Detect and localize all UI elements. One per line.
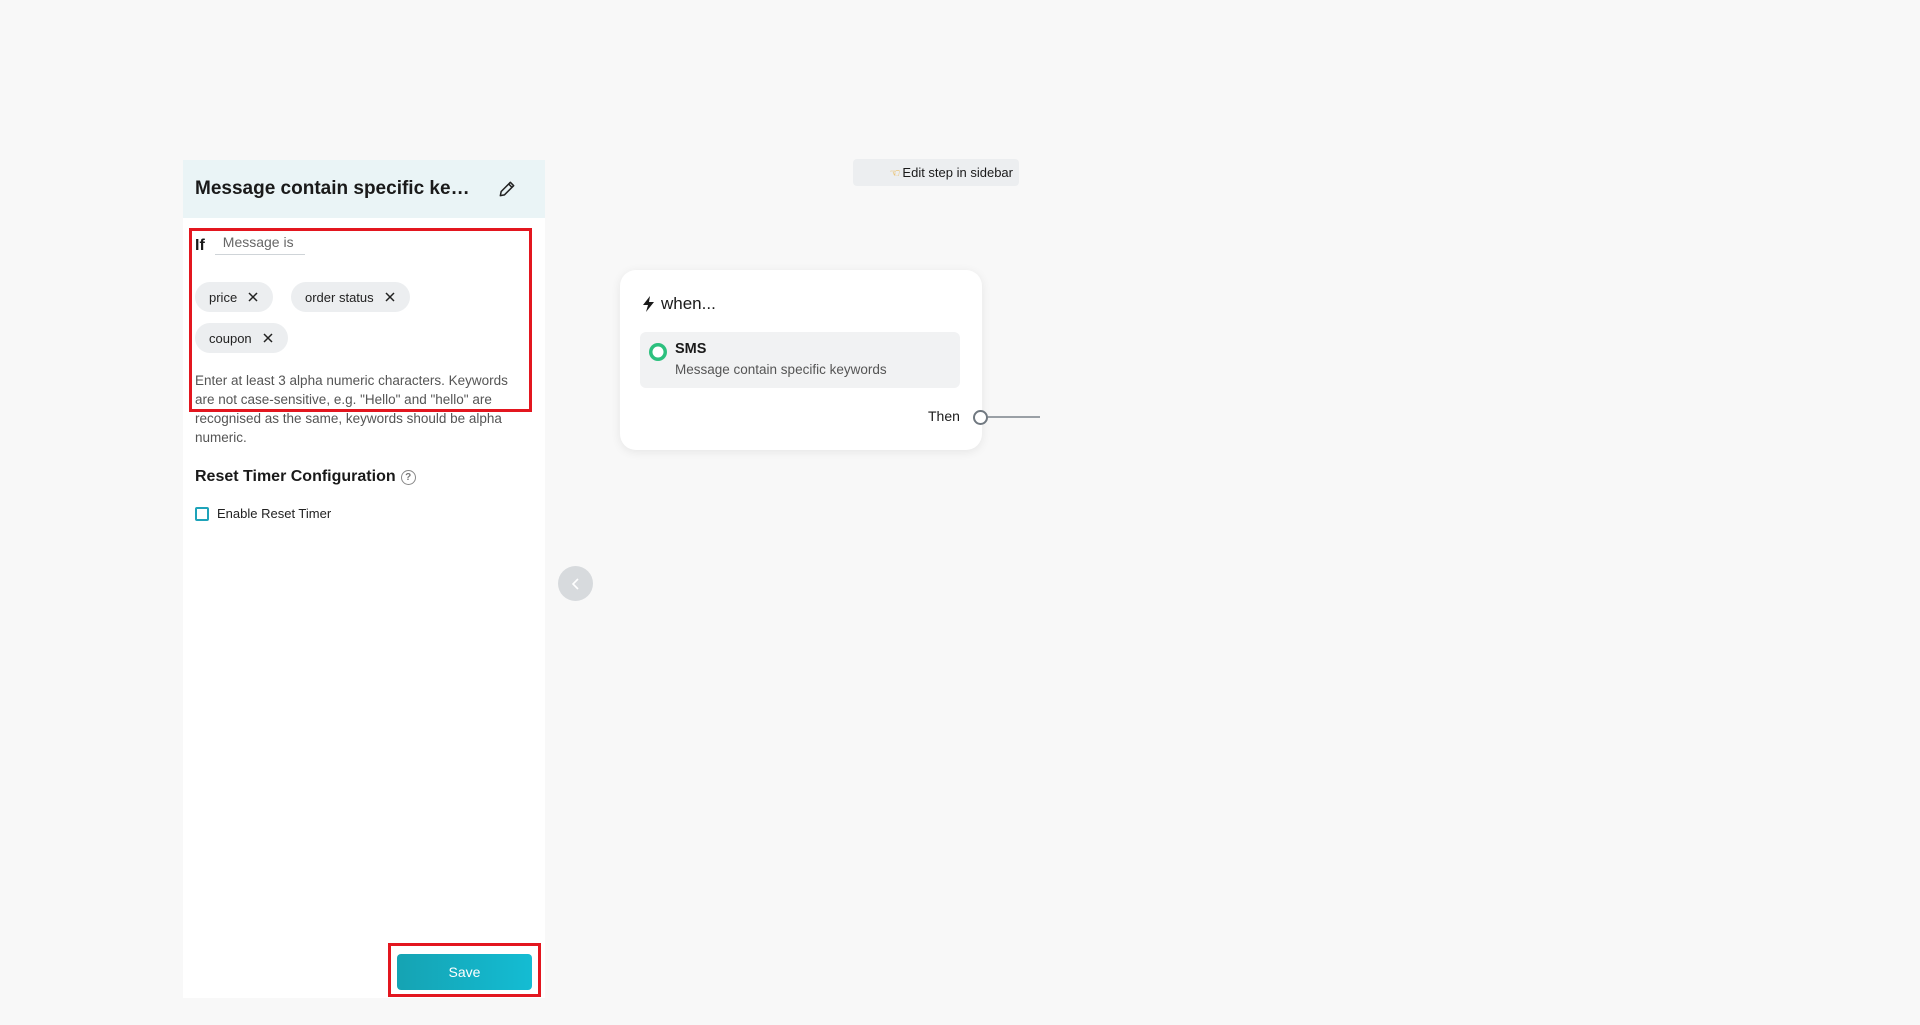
keyword-chip-order-status: order status xyxy=(291,282,410,312)
remove-keyword-button[interactable] xyxy=(262,332,274,344)
node-header: when... xyxy=(642,294,716,314)
edit-hint-text: Edit step in sidebar xyxy=(902,165,1013,180)
keyword-chip-coupon: coupon xyxy=(195,323,288,353)
then-label: Then xyxy=(928,408,960,424)
condition-operator-select[interactable]: Message is xyxy=(214,234,305,255)
remove-keyword-button[interactable] xyxy=(247,291,259,303)
connector-line xyxy=(988,416,1040,418)
sms-chat-icon xyxy=(649,343,667,361)
lightning-icon xyxy=(642,296,655,312)
sidebar-header: Message contain specific keyw... xyxy=(183,160,545,218)
remove-keyword-button[interactable] xyxy=(384,291,396,303)
save-button[interactable]: Save xyxy=(397,954,532,990)
trigger-subtitle: Message contain specific keywords xyxy=(675,362,887,377)
condition-row: If Message is xyxy=(195,234,305,255)
close-icon xyxy=(248,292,258,302)
reset-timer-title: Reset Timer Configuration xyxy=(195,468,396,485)
edit-title-button[interactable] xyxy=(494,176,520,202)
step-sidebar: Message contain specific keyw... If Mess… xyxy=(183,160,545,998)
enable-reset-timer-label: Enable Reset Timer xyxy=(217,506,332,521)
edit-hint-pill: ☜ Edit step in sidebar xyxy=(853,159,1019,186)
then-connector-port[interactable] xyxy=(973,410,988,425)
reset-timer-heading: Reset Timer Configuration ? xyxy=(195,468,416,486)
close-icon xyxy=(263,333,273,343)
pointing-hand-icon: ☜ xyxy=(889,165,901,180)
enable-reset-timer-row[interactable]: Enable Reset Timer xyxy=(195,506,331,521)
keyword-helper-text: Enter at least 3 alpha numeric character… xyxy=(195,373,508,445)
keyword-chip-label: coupon xyxy=(209,330,252,346)
if-label: If xyxy=(195,237,205,254)
sms-trigger-item[interactable]: SMS Message contain specific keywords xyxy=(640,332,960,388)
close-icon xyxy=(385,292,395,302)
keyword-chip-label: order status xyxy=(305,289,374,305)
enable-reset-timer-checkbox[interactable] xyxy=(195,506,209,521)
keyword-chip-label: price xyxy=(209,289,238,305)
collapse-sidebar-button[interactable] xyxy=(558,566,593,601)
trigger-node-card[interactable]: when... SMS Message contain specific key… xyxy=(620,270,1040,450)
pencil-icon xyxy=(499,181,515,197)
node-header-label: when... xyxy=(661,294,716,313)
help-icon[interactable]: ? xyxy=(400,469,416,485)
trigger-title: SMS xyxy=(675,341,707,357)
step-title: Message contain specific keyw... xyxy=(195,178,480,199)
keyword-chip-price: price xyxy=(195,282,274,312)
chevron-left-icon xyxy=(571,577,579,590)
